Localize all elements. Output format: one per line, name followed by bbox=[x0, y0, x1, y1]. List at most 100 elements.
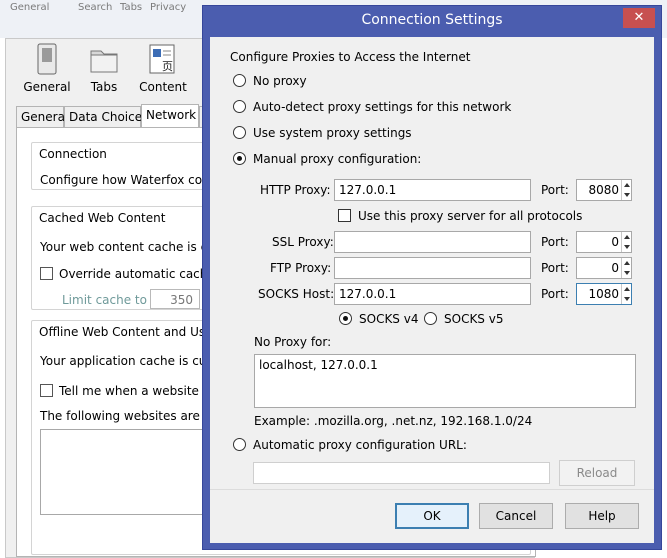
tab-general[interactable]: General bbox=[16, 106, 68, 127]
radio-socks-v4[interactable]: SOCKS v4 bbox=[339, 312, 418, 326]
radio-socks-v5[interactable]: SOCKS v5 bbox=[424, 312, 503, 326]
spin-up-icon bbox=[624, 183, 630, 187]
close-button[interactable]: ✕ bbox=[623, 8, 655, 28]
offline-websites-list[interactable] bbox=[40, 429, 220, 515]
limit-cache-input[interactable]: 350 bbox=[150, 289, 200, 309]
socks-port-value: 1080 bbox=[588, 287, 619, 301]
spin-down-icon bbox=[624, 193, 630, 197]
category-label: Tabs bbox=[90, 80, 118, 94]
http-port-value: 8080 bbox=[588, 183, 619, 197]
ssl-proxy-input[interactable] bbox=[334, 231, 531, 253]
same-proxy-checkbox[interactable]: Use this proxy server for all protocols bbox=[338, 209, 582, 223]
ftp-port-value: 0 bbox=[611, 261, 619, 275]
same-proxy-label: Use this proxy server for all protocols bbox=[358, 209, 583, 223]
ssl-proxy-label: SSL Proxy: bbox=[272, 235, 334, 249]
dialog-title: Connection Settings bbox=[361, 12, 503, 28]
ftp-port-label: Port: bbox=[541, 261, 569, 275]
auto-proxy-url-input[interactable] bbox=[253, 462, 550, 484]
checkbox-box bbox=[40, 267, 53, 280]
socks-v5-label: SOCKS v5 bbox=[444, 312, 504, 326]
spin-up-icon bbox=[624, 261, 630, 265]
ok-button[interactable]: OK bbox=[395, 503, 469, 529]
help-button[interactable]: Help bbox=[565, 503, 639, 529]
spin-down-icon bbox=[624, 245, 630, 249]
spin-down-icon bbox=[624, 271, 630, 275]
radio-indicator bbox=[424, 312, 437, 325]
faint-tab-label: General bbox=[10, 2, 50, 13]
tell-me-label: Tell me when a website ask bbox=[59, 384, 224, 398]
spin-up-icon bbox=[624, 235, 630, 239]
tell-me-checkbox[interactable]: Tell me when a website ask bbox=[40, 384, 223, 398]
radio-no-proxy[interactable]: No proxy bbox=[233, 74, 307, 88]
tab-network[interactable]: Network bbox=[141, 104, 199, 128]
category-label: Content bbox=[139, 80, 187, 94]
ssl-port-label: Port: bbox=[541, 235, 569, 249]
spin-down-icon bbox=[624, 297, 630, 301]
socks-v4-label: SOCKS v4 bbox=[359, 312, 419, 326]
checkbox-box bbox=[40, 384, 53, 397]
port-spinner[interactable] bbox=[621, 258, 631, 278]
http-port-input[interactable]: 8080 bbox=[576, 179, 632, 201]
no-proxy-for-textarea[interactable]: localhost, 127.0.0.1 bbox=[254, 354, 636, 408]
radio-auto-detect[interactable]: Auto-detect proxy settings for this netw… bbox=[233, 100, 511, 114]
following-websites-label: The following websites are allo bbox=[40, 409, 226, 423]
radio-system-proxy-label: Use system proxy settings bbox=[253, 126, 412, 140]
switch-icon bbox=[37, 43, 57, 75]
faint-tab-label: Privacy bbox=[150, 2, 187, 13]
limit-cache-value: 350 bbox=[170, 293, 193, 307]
http-port-label: Port: bbox=[541, 183, 569, 197]
radio-auto-detect-label: Auto-detect proxy settings for this netw… bbox=[253, 100, 512, 114]
ssl-port-value: 0 bbox=[611, 235, 619, 249]
svg-text:页: 页 bbox=[162, 60, 173, 73]
category-label: General bbox=[23, 80, 71, 94]
faint-tab-label: Tabs bbox=[120, 2, 143, 13]
reload-button[interactable]: Reload bbox=[559, 460, 635, 486]
tabs-folder-icon bbox=[90, 50, 118, 73]
socks-port-input[interactable]: 1080 bbox=[576, 283, 632, 305]
cache-desc: Your web content cache is curr bbox=[40, 240, 225, 254]
section-title: Configure Proxies to Access the Internet bbox=[230, 50, 471, 64]
auto-proxy-url-label: Automatic proxy configuration URL: bbox=[253, 438, 467, 452]
port-spinner[interactable] bbox=[621, 232, 631, 252]
connection-title: Connection bbox=[39, 147, 107, 161]
radio-indicator-selected bbox=[339, 312, 352, 325]
ssl-port-input[interactable]: 0 bbox=[576, 231, 632, 253]
radio-indicator bbox=[233, 126, 246, 139]
ftp-proxy-input[interactable] bbox=[334, 257, 531, 279]
no-proxy-example: Example: .mozilla.org, .net.nz, 192.168.… bbox=[254, 414, 533, 428]
category-content[interactable]: 页 Content bbox=[132, 43, 194, 94]
ftp-proxy-label: FTP Proxy: bbox=[270, 261, 332, 275]
dialog-client-area: Configure Proxies to Access the Internet… bbox=[210, 37, 654, 543]
connection-settings-dialog: Connection Settings ✕ Configure Proxies … bbox=[202, 5, 662, 550]
socks-port-label: Port: bbox=[541, 287, 569, 301]
category-tabs[interactable]: Tabs bbox=[73, 43, 135, 94]
faint-tab-label: Search bbox=[78, 2, 113, 13]
radio-system-proxy[interactable]: Use system proxy settings bbox=[233, 126, 412, 140]
radio-indicator-selected bbox=[233, 152, 246, 165]
connection-desc: Configure how Waterfox conne bbox=[40, 173, 225, 187]
radio-manual-proxy-label: Manual proxy configuration: bbox=[253, 152, 422, 166]
radio-no-proxy-label: No proxy bbox=[253, 74, 307, 88]
radio-indicator bbox=[233, 100, 246, 113]
tab-data-choices[interactable]: Data Choices bbox=[64, 106, 148, 127]
ftp-port-input[interactable]: 0 bbox=[576, 257, 632, 279]
content-page-icon: 页 bbox=[149, 44, 175, 74]
limit-cache-label: Limit cache to bbox=[62, 293, 147, 307]
dialog-titlebar[interactable]: Connection Settings ✕ bbox=[203, 6, 661, 36]
cache-title: Cached Web Content bbox=[39, 211, 166, 225]
radio-auto-proxy-url[interactable]: Automatic proxy configuration URL: bbox=[233, 438, 467, 452]
no-proxy-for-label: No Proxy for: bbox=[254, 335, 332, 349]
checkbox-box bbox=[338, 209, 351, 222]
socks-host-input[interactable]: 127.0.0.1 bbox=[334, 283, 531, 305]
radio-indicator bbox=[233, 74, 246, 87]
cancel-button[interactable]: Cancel bbox=[479, 503, 553, 529]
spin-up-icon bbox=[624, 287, 630, 291]
socks-host-label: SOCKS Host: bbox=[258, 287, 335, 301]
radio-manual-proxy[interactable]: Manual proxy configuration: bbox=[233, 152, 421, 166]
port-spinner[interactable] bbox=[621, 284, 631, 304]
port-spinner[interactable] bbox=[621, 180, 631, 200]
http-proxy-input[interactable]: 127.0.0.1 bbox=[334, 179, 531, 201]
category-general[interactable]: General bbox=[16, 43, 78, 94]
radio-indicator bbox=[233, 438, 246, 451]
http-proxy-label: HTTP Proxy: bbox=[260, 183, 331, 197]
